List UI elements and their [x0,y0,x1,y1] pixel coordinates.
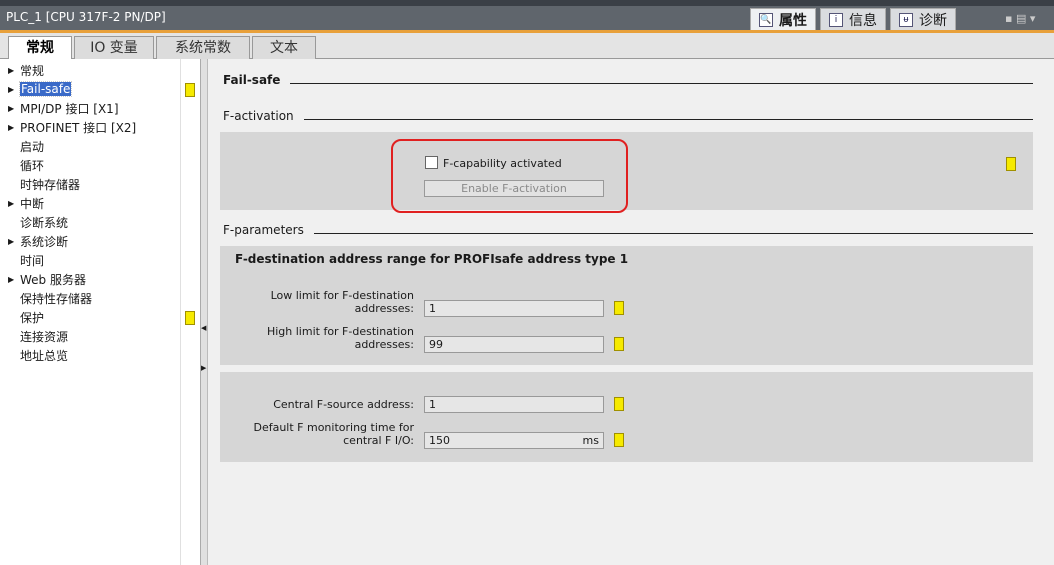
inspector-tabs: 🔍 属性 i 信息 ᵾ 诊断 [750,8,956,31]
monitoring-time-label: Default F monitoring time for central F I… [253,421,414,447]
expand-arrow-icon[interactable]: ▶ [8,237,20,246]
sidebar-item[interactable]: 保护 [8,308,44,326]
sidebar-item-label: 保持性存储器 [20,291,93,306]
tab-io-tags[interactable]: IO 变量 [74,36,154,59]
sidebar-item[interactable]: ▶ Fail-safe [8,80,73,98]
sidebar-item[interactable]: 诊断系统 [8,213,68,231]
status-marker [1006,157,1016,171]
high-limit-input[interactable]: 99 [424,336,604,353]
sidebar-item-label: 常规 [20,63,45,78]
highlight-box [391,139,628,213]
sidebar-item-label: 保护 [20,310,45,325]
sidebar-item-label: 诊断系统 [20,215,69,230]
sidebar-item-label: 中断 [20,196,45,211]
sidebar-nav: ▶ 常规 ▶ Fail-safe ▶ MPI/DP 接口 [X1] ▶ PROFINET 接口… [0,59,180,565]
sidebar-item[interactable]: 循环 [8,156,44,174]
tab-system-constants[interactable]: 系统常数 [156,36,250,59]
sidebar-item-label: 时钟存储器 [20,177,81,192]
status-marker [614,433,624,447]
expand-arrow-icon[interactable]: ▶ [8,123,20,132]
tab-general[interactable]: 常规 [8,36,72,60]
sidebar-item[interactable]: 连接资源 [8,327,68,345]
tab-info[interactable]: i 信息 [820,8,886,31]
section-f-activation: F-activation [223,109,1033,123]
sidebar-item-label: 循环 [20,158,45,173]
sidebar-item[interactable]: 启动 [8,137,44,155]
sidebar-item[interactable]: 地址总览 [8,346,68,364]
collapse-arrow-icon[interactable]: ◀ [201,324,206,332]
menu-icon[interactable]: ▤ ▾ [1016,12,1035,25]
sidebar-item[interactable]: ▶ PROFINET 接口 [X2] [8,118,136,136]
info-icon: i [829,13,843,27]
sidebar-item-label: 启动 [20,139,45,154]
sidebar-item-label: 连接资源 [20,329,69,344]
diagnostics-icon: ᵾ [899,13,913,27]
status-marker [185,311,195,325]
source-address-label: Central F-source address: [273,398,414,411]
sidebar-item-label: MPI/DP 接口 [X1] [20,101,119,116]
monitoring-time-input[interactable]: 150 ms [424,432,604,449]
sidebar-item-label: Fail-safe [18,81,73,97]
sidebar-marker-column [180,59,200,565]
f-source-panel [220,372,1033,462]
sidebar-item[interactable]: ▶ 中断 [8,194,44,212]
section-f-parameters: F-parameters [223,223,1033,237]
low-limit-label: Low limit for F-destination addresses: [270,289,414,315]
splitter-handle[interactable]: ◀ ▶ [200,59,208,565]
properties-icon: 🔍 [759,13,773,27]
sidebar-item[interactable]: ▶ 常规 [8,61,44,79]
status-marker [614,397,624,411]
group-title: F-destination address range for PROFIsaf… [235,252,629,266]
tab-diagnostics[interactable]: ᵾ 诊断 [890,8,956,31]
status-marker [614,301,624,315]
sidebar-item-label: 时间 [20,253,45,268]
tab-texts[interactable]: 文本 [252,36,316,59]
status-marker [614,337,624,351]
restore-icon[interactable]: ▪ [1005,12,1012,25]
expand-arrow-icon[interactable]: ▶ [8,275,20,284]
sidebar-item-label: Web 服务器 [20,272,86,287]
sidebar-item-label: 地址总览 [20,348,69,363]
sidebar-item[interactable]: 时间 [8,251,44,269]
tab-bar: 常规 IO 变量 系统常数 文本 [0,33,1054,60]
expand-arrow-icon[interactable]: ▶ [8,199,20,208]
sidebar-item-label: 系统诊断 [20,234,69,249]
status-marker [185,83,195,97]
source-address-input[interactable]: 1 [424,396,604,413]
expand-arrow-icon[interactable]: ▶ [8,104,20,113]
sidebar-item[interactable]: ▶ 系统诊断 [8,232,68,250]
sidebar-item[interactable]: 时钟存储器 [8,175,80,193]
tab-properties[interactable]: 🔍 属性 [750,8,816,31]
sidebar-item[interactable]: 保持性存储器 [8,289,92,307]
expand-arrow-icon[interactable]: ▶ [201,364,206,372]
sidebar-item[interactable]: ▶ MPI/DP 接口 [X1] [8,99,119,117]
expand-arrow-icon[interactable]: ▶ [8,85,20,94]
window-controls[interactable]: ▪ ▤ ▾ [1005,12,1035,25]
low-limit-input[interactable]: 1 [424,300,604,317]
expand-arrow-icon[interactable]: ▶ [8,66,20,75]
sidebar-item-label: PROFINET 接口 [X2] [20,120,137,135]
section-fail-safe: Fail-safe [223,73,1033,87]
sidebar-item[interactable]: ▶ Web 服务器 [8,270,86,288]
high-limit-label: High limit for F-destination addresses: [266,325,414,351]
